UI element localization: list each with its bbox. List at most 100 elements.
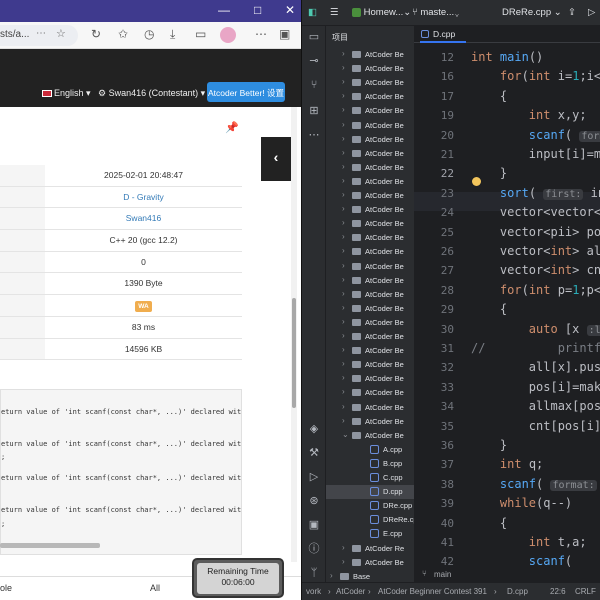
breadcrumb-function[interactable]: main <box>434 570 451 579</box>
tree-folder-item[interactable]: › AtCoder Be <box>326 119 414 133</box>
code-line[interactable]: scanf( format: "% <box>471 477 600 491</box>
code-line[interactable]: int x,y; <box>471 108 587 122</box>
download-icon[interactable]: ⤓ <box>170 27 175 42</box>
tree-folder-item[interactable]: › AtCoder Be <box>326 358 414 372</box>
code-line[interactable]: for(int p=1;p<= <box>471 283 600 297</box>
chevron-right-icon[interactable]: › <box>342 148 345 157</box>
chevron-right-icon[interactable]: › <box>342 345 345 354</box>
tree-file-item[interactable]: B.cpp <box>326 457 414 471</box>
tree-folder-item[interactable]: › AtCoder Be <box>326 104 414 118</box>
run-tool-icon[interactable]: ▷ <box>307 470 321 484</box>
status-path-1[interactable]: vork <box>306 587 321 596</box>
tree-folder-item[interactable]: › AtCoder Be <box>326 344 414 358</box>
tree-file-item[interactable]: DRe.cpp <box>326 499 414 513</box>
git-branch-icon[interactable]: ᛘ <box>307 566 321 580</box>
tab-d-cpp[interactable]: D.cpp <box>420 26 466 43</box>
tree-folder-item[interactable]: › AtCoder Be <box>326 203 414 217</box>
chevron-right-icon[interactable]: › <box>342 246 345 255</box>
tree-folder-item[interactable]: › AtCoder Be <box>326 48 414 62</box>
tree-folder-item[interactable]: › AtCoder Be <box>326 76 414 90</box>
tree-folder-item[interactable]: › AtCoder Be <box>326 556 414 570</box>
tree-file-item[interactable]: D.cpp <box>326 485 414 500</box>
tree-folder-item[interactable]: › AtCoder Be <box>326 231 414 245</box>
chevron-right-icon[interactable]: › <box>342 303 345 312</box>
code-line[interactable]: sort( first: input <box>471 186 600 200</box>
collapse-panel-button[interactable]: ‹ <box>261 137 291 181</box>
code-line[interactable]: scanf( <box>471 554 572 568</box>
tree-folder-item[interactable]: › AtCoder Be <box>326 288 414 302</box>
vertical-scrollbar-thumb[interactable] <box>292 298 296 408</box>
chevron-right-icon[interactable]: › <box>342 232 345 241</box>
chevron-right-icon[interactable]: › <box>342 77 345 86</box>
tree-folder-item[interactable]: › AtCoder Be <box>326 401 414 415</box>
code-line[interactable]: for(int i=1;i<= <box>471 69 600 83</box>
code-line[interactable]: auto [x :lo <box>471 322 600 336</box>
chevron-right-icon[interactable]: › <box>342 162 345 171</box>
minimize-icon[interactable]: — <box>218 3 230 17</box>
tree-folder-item[interactable]: › AtCoder Be <box>326 217 414 231</box>
tree-folder-item[interactable]: › AtCoder Be <box>326 386 414 400</box>
chevron-right-icon[interactable]: › <box>342 331 345 340</box>
chevron-right-icon[interactable]: › <box>342 373 345 382</box>
tree-folder-item[interactable]: › AtCoder Be <box>326 90 414 104</box>
tree-folder-item[interactable]: › Base <box>326 570 414 582</box>
terminal-icon[interactable]: ▣ <box>307 518 321 532</box>
code-line[interactable]: pos[i]=make <box>471 380 600 394</box>
tree-folder-item[interactable]: › AtCoder Be <box>326 415 414 429</box>
tree-folder-item[interactable]: › AtCoder Be <box>326 133 414 147</box>
more-icon[interactable]: ⋯ <box>36 28 46 39</box>
tree-folder-item[interactable]: ⌄ AtCoder Be <box>326 429 414 443</box>
url-input[interactable]: sts/a... ⋯ ☆ <box>0 25 78 46</box>
chevron-right-icon[interactable]: › <box>342 49 345 58</box>
debug-icon[interactable]: ⊛ <box>307 494 321 508</box>
code-line[interactable]: vector<pii> pos <box>471 225 600 239</box>
pin-icon[interactable]: 📌 <box>225 121 239 134</box>
chevron-down-icon[interactable]: ⌄ <box>342 430 349 439</box>
chevron-right-icon[interactable]: › <box>342 91 345 100</box>
run-config-dropdown[interactable]: DReRe.cpp ⌄ <box>502 7 562 18</box>
tree-folder-item[interactable]: › AtCoder Be <box>326 245 414 259</box>
chevron-right-icon[interactable]: › <box>342 416 345 425</box>
project-folder-icon[interactable]: ▭ <box>307 30 321 44</box>
star-icon[interactable]: ☆ <box>56 27 66 40</box>
services-icon[interactable]: ◈ <box>307 422 321 436</box>
code-line[interactable]: { <box>471 89 507 103</box>
chevron-right-icon[interactable]: › <box>342 387 345 396</box>
code-line[interactable]: { <box>471 302 507 316</box>
tree-folder-item[interactable]: › AtCoder Be <box>326 161 414 175</box>
refresh-icon[interactable]: ↻ <box>91 27 101 41</box>
code-line[interactable]: vector<vector<i <box>471 205 600 219</box>
chevron-right-icon[interactable]: › <box>342 289 345 298</box>
status-path-3[interactable]: AtCoder Beginner Contest 391 <box>378 587 487 596</box>
chevron-right-icon[interactable]: › <box>342 275 345 284</box>
tab-all[interactable]: All <box>150 583 160 593</box>
screen-icon[interactable]: ▭ <box>195 27 206 41</box>
lightbulb-icon[interactable] <box>472 177 481 186</box>
tree-folder-item[interactable]: › AtCoder Be <box>326 189 414 203</box>
code-line[interactable]: // printf("% <box>471 341 600 355</box>
horizontal-scrollbar[interactable] <box>0 543 100 548</box>
chevron-right-icon[interactable]: › <box>342 557 345 566</box>
tree-folder-item[interactable]: › AtCoder Be <box>326 175 414 189</box>
build-icon[interactable]: ⚒ <box>307 446 321 460</box>
chevron-right-icon[interactable]: › <box>342 176 345 185</box>
code-line[interactable]: } <box>471 438 507 452</box>
code-line[interactable]: vector<int> al <box>471 244 600 258</box>
user-dropdown[interactable]: ⚙ Swan416 (Contestant) ▾ <box>98 88 205 99</box>
commit-icon[interactable]: ⊸ <box>307 54 321 68</box>
chevron-right-icon[interactable]: › <box>342 218 345 227</box>
tree-folder-item[interactable]: › AtCoder Be <box>326 274 414 288</box>
favorites-icon[interactable]: ✩ <box>118 27 128 41</box>
maximize-icon[interactable]: □ <box>254 3 261 17</box>
row-value-cell[interactable]: Swan416 <box>45 208 242 229</box>
code-line[interactable]: cnt[pos[i] <box>471 419 600 433</box>
cursor-position[interactable]: 22:6 <box>550 587 566 596</box>
tree-folder-item[interactable]: › AtCoder Re <box>326 542 414 556</box>
tree-file-item[interactable]: C.cpp <box>326 471 414 485</box>
tree-folder-item[interactable]: › AtCoder Be <box>326 372 414 386</box>
code-line[interactable]: { <box>471 516 507 530</box>
problems-icon[interactable]: ⓘ <box>307 542 321 556</box>
chevron-right-icon[interactable]: › <box>330 571 333 580</box>
code-line[interactable]: int t,a; <box>471 535 587 549</box>
structure-icon[interactable]: ⊞ <box>307 104 321 118</box>
